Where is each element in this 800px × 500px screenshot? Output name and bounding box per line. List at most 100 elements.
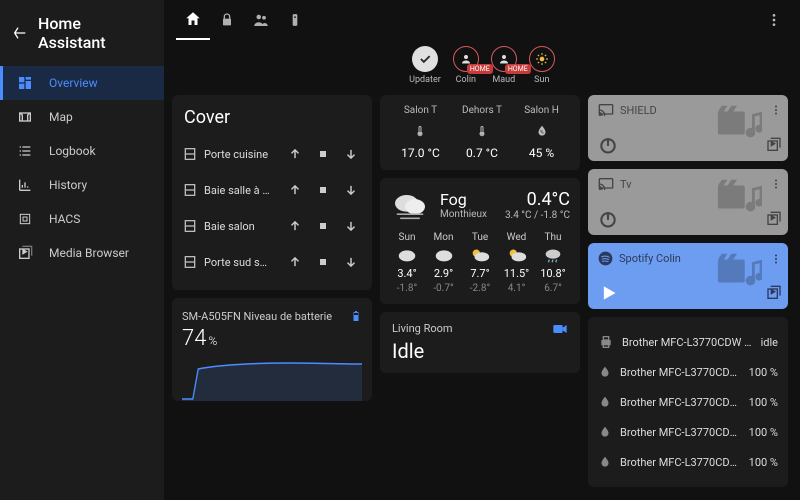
sidebar-item-map[interactable]: Map	[0, 100, 164, 134]
tab-security[interactable]	[210, 0, 244, 40]
main: Updater HOME Colin HOME Maud Sun	[164, 0, 800, 500]
overflow-menu-button[interactable]	[760, 6, 788, 34]
cover-row: Porte cuisine	[182, 136, 362, 172]
clapper-music-icon	[716, 103, 762, 143]
cover-up-button[interactable]	[284, 219, 306, 233]
media-menu-button[interactable]	[770, 103, 782, 117]
sidebar-item-logbook[interactable]: Logbook	[0, 134, 164, 168]
play-button[interactable]	[598, 283, 618, 303]
cover-up-button[interactable]	[284, 183, 306, 197]
weather-condition: Fog	[440, 190, 495, 209]
sensor-salon-t[interactable]: Salon T 17.0 °C	[401, 105, 440, 160]
chip-person-maud[interactable]: HOME Maud	[491, 46, 517, 85]
sensor-name: Dehors T	[462, 105, 502, 116]
forecast-day: Sun3.4°-1.8°	[390, 232, 424, 294]
window-icon	[182, 146, 198, 162]
forecast-day: Mon2.9°-0.7°	[427, 232, 461, 294]
drop-icon	[598, 364, 612, 380]
media-name: Spotify Colin	[619, 252, 681, 265]
svg-text:%: %	[540, 129, 544, 135]
power-button[interactable]	[598, 135, 618, 155]
media-card-spotify[interactable]: Spotify Colin	[588, 243, 788, 309]
room-name: Living Room	[392, 322, 453, 335]
cast-icon	[598, 103, 614, 117]
entity-row[interactable]: Brother MFC-L3770CDW seri… 100 %	[598, 447, 778, 477]
sun-icon	[529, 46, 555, 72]
tab-remote[interactable]	[278, 0, 312, 40]
content: Updater HOME Colin HOME Maud Sun	[164, 40, 800, 500]
sidebar-item-hacs[interactable]: HACS	[0, 202, 164, 236]
window-icon	[182, 218, 198, 234]
cover-down-button[interactable]	[340, 147, 362, 161]
sidebar-item-media-browser[interactable]: Media Browser	[0, 236, 164, 270]
media-browse-button[interactable]	[766, 211, 782, 227]
weather-card[interactable]: Fog Monthieux 0.4°C 3.4 °C / -1.8 °C Sun…	[380, 178, 580, 304]
media-name: Tv	[620, 178, 632, 191]
entities-card: Brother MFC-L3770CDW series idle Brother…	[588, 317, 788, 487]
room-card[interactable]: Living Room Idle	[380, 312, 580, 373]
sensor-salon-h[interactable]: Salon H % 45 %	[524, 105, 559, 160]
sidebar-item-overview[interactable]: Overview	[0, 66, 164, 100]
cover-stop-button[interactable]	[312, 220, 334, 232]
sidebar-item-label: Media Browser	[49, 246, 129, 260]
entity-row[interactable]: Brother MFC-L3770CDW seri… 100 %	[598, 357, 778, 387]
sensor-value: 17.0 °C	[401, 146, 440, 160]
cover-stop-button[interactable]	[312, 148, 334, 160]
media-browse-button[interactable]	[766, 285, 782, 301]
entity-row[interactable]: Brother MFC-L3770CDW series idle	[598, 327, 778, 357]
cover-up-button[interactable]	[284, 147, 306, 161]
sidebar-item-label: History	[49, 178, 87, 192]
entity-label: Brother MFC-L3770CDW seri…	[620, 396, 741, 409]
cover-label: Baie salon	[204, 220, 278, 233]
sensor-name: Salon H	[524, 105, 559, 116]
cover-title: Cover	[184, 107, 362, 128]
menu-icon[interactable]	[12, 25, 28, 41]
chip-updater[interactable]: Updater	[409, 46, 441, 85]
media-menu-button[interactable]	[770, 177, 782, 191]
cover-stop-button[interactable]	[312, 256, 334, 268]
chip-label: Maud	[492, 75, 515, 85]
sidebar-item-history[interactable]: History	[0, 168, 164, 202]
battery-value: 74%	[182, 326, 362, 351]
topbar	[164, 0, 800, 40]
weather-hilo: 3.4 °C / -1.8 °C	[505, 210, 570, 221]
chip-sun[interactable]: Sun	[529, 46, 555, 85]
power-button[interactable]	[598, 209, 618, 229]
check-circle-icon	[412, 46, 438, 72]
media-browse-button[interactable]	[766, 137, 782, 153]
cover-rows: Porte cuisine Baie salle à …	[182, 136, 362, 280]
chip-person-colin[interactable]: HOME Colin	[453, 46, 479, 85]
chip-label: Colin	[456, 75, 476, 85]
sensors-card: Salon T 17.0 °C Dehors T 0.7 °C Salon H	[380, 95, 580, 170]
entity-value: 100 %	[749, 426, 778, 439]
sensor-dehors-t[interactable]: Dehors T 0.7 °C	[462, 105, 502, 160]
battery-sparkline	[182, 351, 362, 401]
sidebar-item-label: Overview	[49, 76, 98, 90]
cover-down-button[interactable]	[340, 255, 362, 269]
media-menu-button[interactable]	[770, 252, 782, 266]
sensor-name: Salon T	[404, 105, 437, 116]
cover-down-button[interactable]	[340, 219, 362, 233]
cover-down-button[interactable]	[340, 183, 362, 197]
app-title: Home Assistant	[38, 14, 152, 52]
cover-stop-button[interactable]	[312, 184, 334, 196]
drop-icon	[598, 454, 612, 470]
hacs-icon	[15, 209, 35, 229]
sensor-value: 45 %	[529, 146, 554, 160]
entity-row[interactable]: Brother MFC-L3770CDW seri… 100 %	[598, 387, 778, 417]
partly-cloudy-icon	[469, 246, 491, 264]
forecast-day: Thu10.8°6.7°	[536, 232, 570, 294]
tab-home[interactable]	[176, 0, 210, 40]
battery-card[interactable]: SM-A505FN Niveau de batterie 74%	[172, 298, 372, 401]
entity-row[interactable]: Brother MFC-L3770CDW seri… 100 %	[598, 417, 778, 447]
list-icon	[15, 141, 35, 161]
media-card-shield[interactable]: SHIELD	[588, 95, 788, 161]
window-icon	[182, 254, 198, 270]
spotify-icon	[598, 251, 613, 266]
media-card-tv[interactable]: Tv	[588, 169, 788, 235]
cover-up-button[interactable]	[284, 255, 306, 269]
tab-people[interactable]	[244, 0, 278, 40]
home-badge: HOME	[467, 64, 493, 74]
clapper-music-icon	[716, 251, 762, 291]
clapper-music-icon	[716, 177, 762, 217]
